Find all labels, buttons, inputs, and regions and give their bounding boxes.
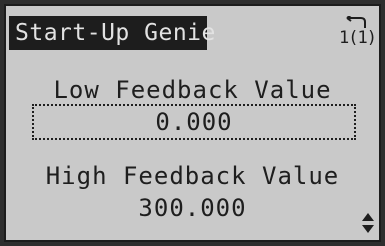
high-feedback-value-field[interactable]: 300.000 (6, 194, 379, 222)
page-indicator: 1(1) (339, 16, 377, 50)
low-feedback-value-field[interactable]: 0.000 (32, 104, 356, 140)
page-title: Start-Up Genie (9, 16, 215, 50)
lcp-display: Start-Up Genie 1(1) Low Feedback Value 0… (4, 4, 381, 242)
page-number: 1(1) (339, 28, 377, 48)
low-feedback-label: Low Feedback Value (53, 76, 332, 104)
display-bezel: Start-Up Genie 1(1) Low Feedback Value 0… (0, 0, 385, 246)
up-down-arrows-icon (362, 213, 374, 233)
high-feedback-label: High Feedback Value (45, 162, 340, 190)
